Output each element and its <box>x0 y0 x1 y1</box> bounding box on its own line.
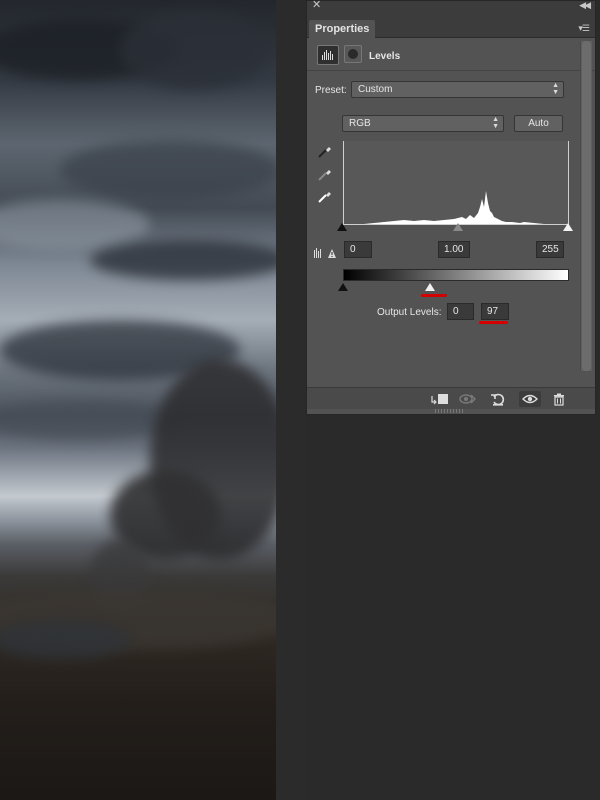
output-white-field[interactable]: 97 <box>481 303 509 320</box>
output-black-field[interactable]: 0 <box>447 303 474 320</box>
output-value-highlight-mark <box>479 321 508 324</box>
toggle-visibility-icon[interactable] <box>519 391 541 407</box>
adjustment-header: Levels <box>307 39 595 71</box>
mask-icon[interactable] <box>344 45 362 63</box>
panel-bottom-toolbar <box>307 387 595 409</box>
view-previous-state-icon[interactable] <box>457 391 479 407</box>
highlight-input-handle[interactable] <box>563 223 573 231</box>
tab-properties[interactable]: Properties <box>309 20 376 39</box>
output-levels-slider[interactable] <box>337 281 573 291</box>
reset-icon[interactable] <box>487 391 509 407</box>
clip-to-layer-icon[interactable] <box>428 391 450 407</box>
panel-resize-grip[interactable] <box>435 409 463 413</box>
panel-menu-icon[interactable]: ▾☰ <box>578 23 590 34</box>
input-shadows-field[interactable]: 0 <box>344 241 372 258</box>
delete-icon[interactable] <box>548 391 570 407</box>
preset-label: Preset: <box>315 85 347 96</box>
shadow-input-handle[interactable] <box>337 223 347 231</box>
input-levels-slider[interactable] <box>337 223 573 233</box>
channel-value: RGB <box>349 118 371 129</box>
preset-dropdown[interactable]: Custom ▲ ▼ <box>351 81 564 98</box>
channel-dropdown[interactable]: RGB ▲ ▼ <box>342 115 504 132</box>
panel-title-strip: ✕ ◀◀ <box>307 0 595 11</box>
output-handle-highlight-mark <box>421 294 447 297</box>
gray-point-eyedropper-icon[interactable] <box>317 166 333 182</box>
canvas-image[interactable] <box>0 0 276 800</box>
black-point-eyedropper-icon[interactable] <box>317 143 333 159</box>
canvas-gutter <box>276 0 306 800</box>
output-white-handle[interactable] <box>425 283 435 291</box>
input-highlights-field[interactable]: 255 <box>536 241 564 258</box>
adjustment-title: Levels <box>369 51 401 62</box>
preset-value: Custom <box>358 84 393 95</box>
chevron-updown-icon: ▲ ▼ <box>492 116 499 130</box>
auto-button[interactable]: Auto <box>514 115 563 132</box>
scrollbar-thumb[interactable] <box>582 41 591 371</box>
output-black-handle[interactable] <box>338 283 348 291</box>
panel-scrollbar[interactable] <box>580 41 592 371</box>
output-gradient-bar <box>343 269 569 281</box>
histogram <box>343 141 570 225</box>
levels-icon[interactable] <box>317 45 339 65</box>
white-point-eyedropper-icon[interactable] <box>317 188 333 204</box>
histogram-graph <box>344 191 570 224</box>
clipping-warning-icon[interactable] <box>313 246 337 260</box>
midtone-input-handle[interactable] <box>453 223 463 231</box>
input-midtones-field[interactable]: 1.00 <box>438 241 470 258</box>
panel-tab-bar: Properties ▾☰ <box>307 10 595 39</box>
chevron-updown-icon: ▲ ▼ <box>552 82 559 96</box>
properties-panel: ✕ ◀◀ Properties ▾☰ Levels Preset: Custom… <box>306 0 596 415</box>
photoshop-workspace: ✕ ◀◀ Properties ▾☰ Levels Preset: Custom… <box>0 0 600 800</box>
output-levels-label: Output Levels: <box>377 307 442 318</box>
